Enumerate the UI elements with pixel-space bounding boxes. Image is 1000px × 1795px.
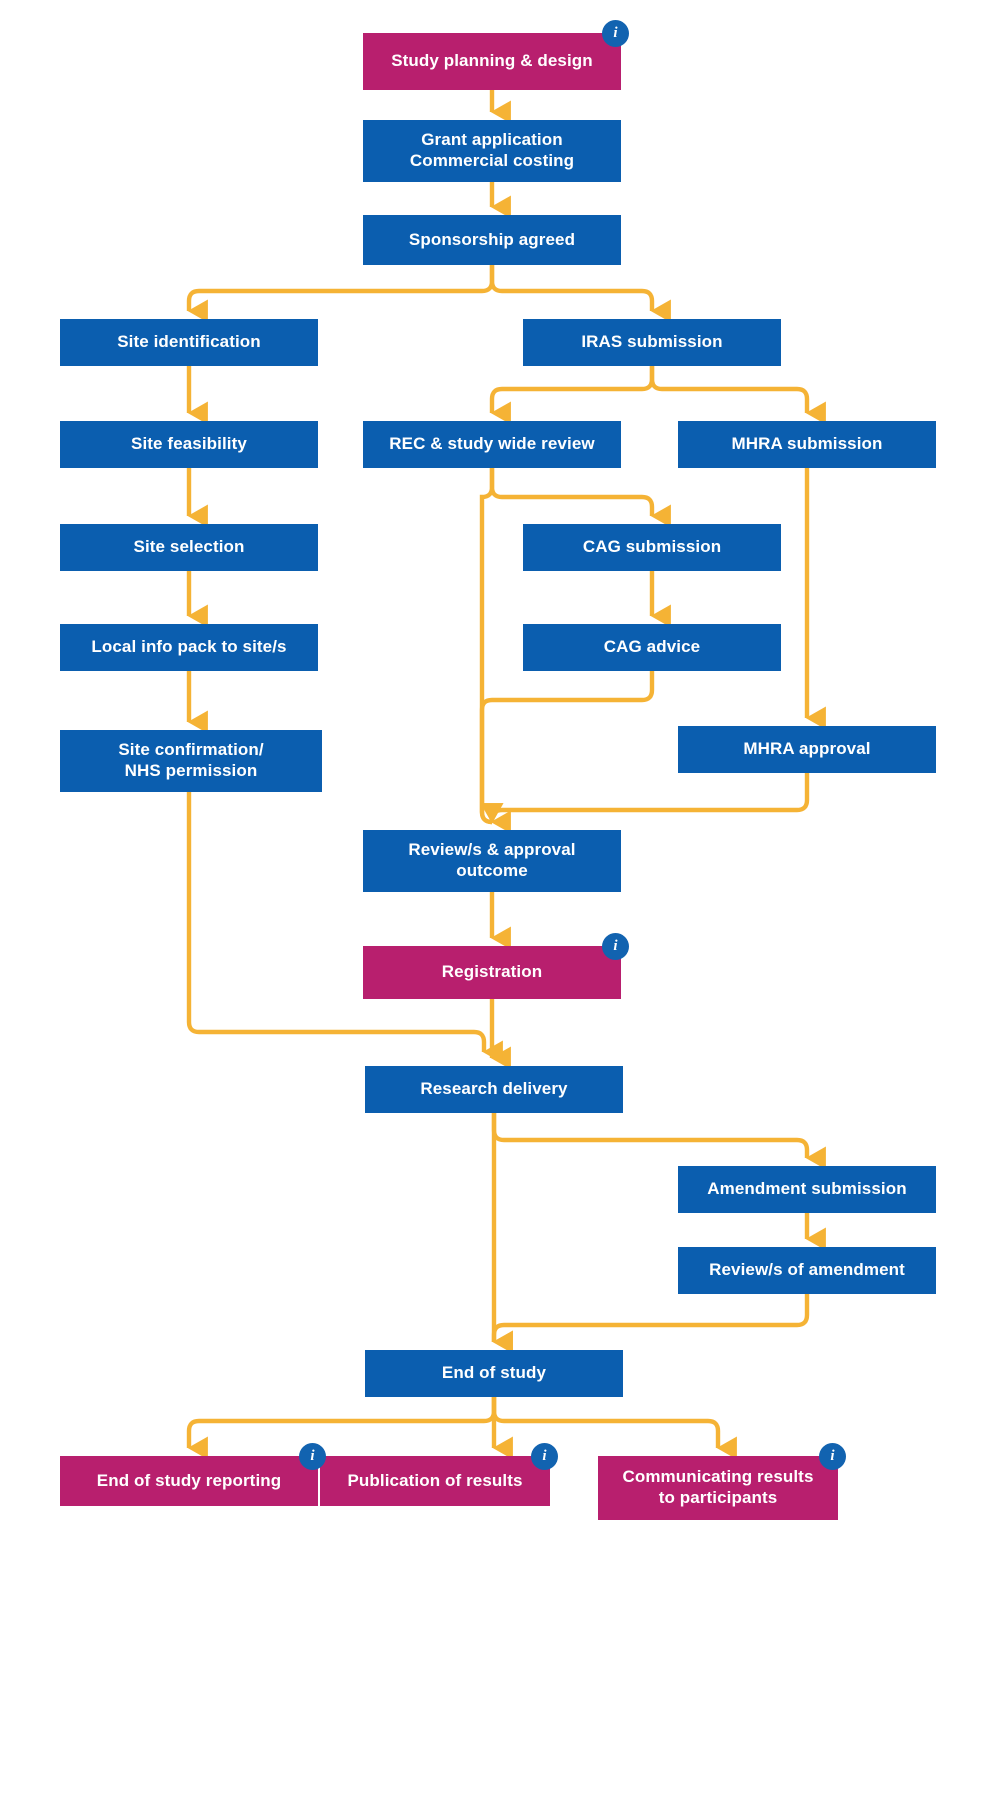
node-end-of-study-reporting[interactable]: End of study reporting xyxy=(60,1456,318,1506)
node-label-site-confirmation: Site confirmation/ NHS permission xyxy=(118,740,264,780)
node-local-info-pack[interactable]: Local info pack to site/s xyxy=(60,624,318,671)
node-label-site-identification: Site identification xyxy=(117,332,261,352)
node-rec-study-wide-review[interactable]: REC & study wide review xyxy=(363,421,621,468)
node-publication-of-results[interactable]: Publication of results xyxy=(320,1456,550,1506)
node-end-of-study[interactable]: End of study xyxy=(365,1350,623,1397)
node-label-publication-of-results: Publication of results xyxy=(347,1470,523,1490)
info-icon[interactable]: i xyxy=(602,20,629,47)
node-mhra-submission[interactable]: MHRA submission xyxy=(678,421,936,468)
node-label-sponsorship-agreed: Sponsorship agreed xyxy=(408,229,576,249)
edge-sponsorship-to-iras xyxy=(489,265,671,323)
node-label-site-feasibility: Site feasibility xyxy=(131,434,247,454)
edge-reviews-amendment-to-end-of-study xyxy=(491,1294,810,1354)
node-research-delivery[interactable]: Research delivery xyxy=(365,1066,623,1113)
node-label-site-selection: Site selection xyxy=(133,537,245,557)
edge-rec-to-cag-submission xyxy=(489,468,671,528)
node-site-confirmation[interactable]: Site confirmation/ NHS permission xyxy=(60,730,322,792)
info-icon[interactable]: i xyxy=(299,1443,326,1470)
info-icon[interactable]: i xyxy=(819,1443,846,1470)
edge-end-of-study-to-communicating xyxy=(491,1397,737,1460)
node-communicating-results[interactable]: Communicating results to participants xyxy=(598,1456,838,1520)
node-site-identification[interactable]: Site identification xyxy=(60,319,318,366)
node-site-selection[interactable]: Site selection xyxy=(60,524,318,571)
node-label-cag-submission: CAG submission xyxy=(582,537,722,557)
node-site-feasibility[interactable]: Site feasibility xyxy=(60,421,318,468)
node-label-grant-application: Grant application Commercial costing xyxy=(409,130,575,170)
node-label-amendment-submission: Amendment submission xyxy=(707,1179,907,1199)
node-label-reviews-approval-outcome: Review/s & approval outcome xyxy=(408,840,576,880)
node-label-cag-advice: CAG advice xyxy=(603,637,701,657)
info-icon[interactable]: i xyxy=(602,933,629,960)
edge-iras-to-mhra-submission xyxy=(649,366,826,425)
node-label-rec-study-wide-review: REC & study wide review xyxy=(389,434,595,454)
node-mhra-approval[interactable]: MHRA approval xyxy=(678,726,936,773)
flowchart-canvas: Study planning & design i Grant applicatio… xyxy=(0,0,1000,1795)
node-label-research-delivery: Research delivery xyxy=(420,1079,568,1099)
node-iras-submission[interactable]: IRAS submission xyxy=(523,319,781,366)
connector-layer xyxy=(186,90,826,1460)
edge-cag-advice-to-reviews-outcome xyxy=(479,671,655,825)
node-label-communicating-results: Communicating results to participants xyxy=(622,1467,814,1507)
info-icon[interactable]: i xyxy=(531,1443,558,1470)
node-cag-submission[interactable]: CAG submission xyxy=(523,524,781,571)
node-sponsorship-agreed[interactable]: Sponsorship agreed xyxy=(363,215,621,265)
node-amendment-submission[interactable]: Amendment submission xyxy=(678,1166,936,1213)
node-reviews-of-amendment[interactable]: Review/s of amendment xyxy=(678,1247,936,1294)
node-label-study-planning-design: Study planning & design xyxy=(391,51,593,71)
node-reviews-approval-outcome[interactable]: Review/s & approval outcome xyxy=(363,830,621,892)
edge-research-delivery-to-amendment-submission xyxy=(491,1113,826,1170)
edge-end-of-study-to-reporting xyxy=(186,1397,497,1460)
node-study-planning-design[interactable]: Study planning & design xyxy=(363,33,621,90)
edge-mhra-approval-to-reviews-outcome xyxy=(489,773,810,834)
node-label-iras-submission: IRAS submission xyxy=(581,332,723,352)
node-label-local-info-pack: Local info pack to site/s xyxy=(91,637,287,657)
node-cag-advice[interactable]: CAG advice xyxy=(523,624,781,671)
node-label-mhra-approval: MHRA approval xyxy=(743,739,871,759)
edge-iras-to-rec xyxy=(489,366,655,425)
node-label-reviews-of-amendment: Review/s of amendment xyxy=(709,1260,905,1280)
node-label-registration: Registration xyxy=(441,962,543,982)
node-label-end-of-study: End of study xyxy=(441,1363,547,1383)
node-label-mhra-submission: MHRA submission xyxy=(731,434,883,454)
node-registration[interactable]: Registration xyxy=(363,946,621,999)
node-label-end-of-study-reporting: End of study reporting xyxy=(96,1470,282,1490)
edge-sponsorship-to-site-identification xyxy=(186,265,495,323)
node-grant-application[interactable]: Grant application Commercial costing xyxy=(363,120,621,182)
